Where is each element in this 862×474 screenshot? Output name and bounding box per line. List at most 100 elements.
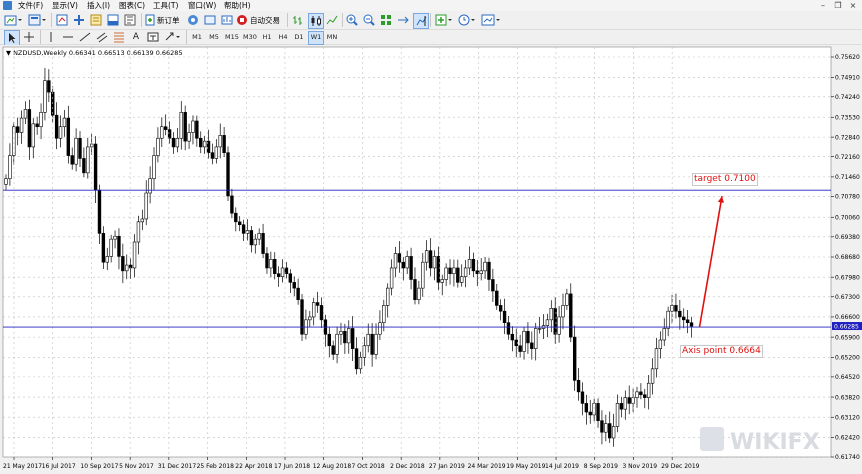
- candle-body: [296, 287, 300, 300]
- close-icon[interactable]: ×: [846, 0, 860, 11]
- timeframe-m5[interactable]: M5: [207, 31, 221, 43]
- text-tool-icon[interactable]: A: [129, 30, 143, 44]
- trendline-icon[interactable]: [78, 30, 92, 44]
- restore-icon[interactable]: ❐: [831, 0, 845, 11]
- candle-body: [370, 333, 374, 355]
- menu-view[interactable]: 显示(V): [52, 0, 78, 11]
- line-chart-icon[interactable]: [325, 13, 339, 27]
- candle-body: [506, 322, 511, 335]
- periods-icon[interactable]: [457, 13, 477, 27]
- timeframe-m1[interactable]: M1: [190, 31, 204, 43]
- x-tick-label: 22 Apr 2018: [235, 463, 272, 470]
- menu-insert[interactable]: 插入(I): [87, 0, 110, 11]
- candle-body: [354, 348, 359, 370]
- candle-body: [265, 253, 269, 269]
- candle-body: [374, 333, 378, 355]
- x-tick-label: 3 Nov 2019: [622, 463, 657, 470]
- candle-body: [273, 259, 277, 275]
- tile-windows-icon[interactable]: [379, 13, 393, 27]
- timeframe-d1[interactable]: D1: [292, 31, 306, 43]
- candle-body: [654, 348, 659, 370]
- menu-tools[interactable]: 工具(T): [153, 0, 178, 11]
- candle-body: [643, 394, 647, 398]
- terminal-icon[interactable]: [106, 13, 120, 27]
- new-chart-icon[interactable]: [3, 13, 23, 27]
- timeframe-mn[interactable]: MN: [325, 31, 339, 43]
- profiles-icon[interactable]: [27, 13, 47, 27]
- scroll-chart-icon[interactable]: [396, 13, 410, 27]
- timeframe-w1[interactable]: W1: [308, 31, 324, 45]
- timeframe-h1[interactable]: H1: [260, 31, 274, 43]
- cursor-icon[interactable]: [4, 30, 20, 46]
- y-tick-label: 0.63120: [835, 414, 860, 421]
- indicators-icon[interactable]: [434, 13, 454, 27]
- fibonacci-icon[interactable]: [112, 30, 126, 44]
- candle-body: [66, 117, 71, 156]
- candle-body: [113, 235, 117, 240]
- market-icon[interactable]: [220, 13, 234, 27]
- menu-window[interactable]: 窗口(W): [188, 0, 216, 11]
- candle-body: [347, 328, 351, 344]
- candle-body: [300, 299, 304, 335]
- crosshair-icon[interactable]: [22, 30, 36, 44]
- candle-body: [639, 391, 643, 396]
- candle-body: [428, 250, 433, 269]
- candlesticks-icon[interactable]: [308, 13, 324, 29]
- candle-body: [584, 403, 589, 413]
- data-window-icon[interactable]: [72, 13, 86, 27]
- chart-window[interactable]: ▼ NZDUSD,Weekly 0.66341 0.66513 0.66139 …: [0, 45, 862, 474]
- bar-chart-icon[interactable]: [291, 13, 305, 27]
- target-annotation: target 0.7100: [692, 173, 758, 186]
- candle-body: [128, 264, 133, 269]
- candle-body: [58, 126, 63, 139]
- candle-body: [152, 155, 156, 179]
- candle-body: [596, 403, 600, 421]
- menu-charts[interactable]: 图表(C): [119, 0, 145, 11]
- timeframe-h4[interactable]: H4: [276, 31, 290, 43]
- minimize-icon[interactable]: –: [816, 0, 830, 11]
- candle-body: [467, 259, 472, 269]
- horizontal-line-icon[interactable]: [61, 30, 75, 44]
- candle-body: [43, 80, 47, 113]
- zoom-out-icon[interactable]: [362, 13, 376, 27]
- zoom-in-icon[interactable]: [345, 13, 359, 27]
- candle-body: [12, 126, 16, 156]
- navigator-icon[interactable]: [89, 13, 103, 27]
- market-watch-icon[interactable]: [55, 13, 69, 27]
- signals-icon[interactable]: [203, 13, 217, 27]
- axis-point-annotation: Axis point 0.6664: [680, 345, 763, 358]
- candle-body: [8, 155, 12, 179]
- mt4-terminal-window: 文件(F) 显示(V) 插入(I) 图表(C) 工具(T) 窗口(W) 帮助(H…: [0, 0, 862, 474]
- candle-body: [187, 132, 191, 142]
- metaeditor-icon[interactable]: [186, 13, 200, 27]
- candle-body: [358, 356, 363, 370]
- candle-body: [54, 114, 59, 139]
- candle-body: [199, 137, 203, 148]
- vertical-line-icon[interactable]: [44, 30, 58, 44]
- price-chart[interactable]: ▼ NZDUSD,Weekly 0.66341 0.66513 0.66139 …: [0, 45, 862, 474]
- chart-shift-icon[interactable]: [413, 13, 429, 29]
- equidistant-channel-icon[interactable]: [95, 30, 109, 44]
- menu-file[interactable]: 文件(F): [18, 0, 43, 11]
- new-order-button[interactable]: 新订单: [145, 13, 183, 27]
- candle-body: [195, 120, 199, 139]
- candle-body: [658, 339, 663, 349]
- timeframe-m30[interactable]: M30: [242, 31, 258, 43]
- arrows-icon[interactable]: [163, 30, 183, 44]
- auto-trading-button[interactable]: 自动交易: [236, 13, 284, 27]
- candle-body: [557, 316, 561, 335]
- candle-body: [214, 146, 219, 159]
- timeframe-m15[interactable]: M15: [224, 31, 240, 43]
- tester-icon[interactable]: [123, 13, 137, 27]
- x-tick-label: 25 Feb 2018: [197, 463, 235, 470]
- new-order-icon: [145, 14, 155, 26]
- candle-body: [35, 123, 39, 128]
- candle-body: [366, 333, 370, 347]
- menu-help[interactable]: 帮助(H): [224, 0, 251, 11]
- text-label-icon[interactable]: [146, 30, 160, 44]
- candle-body: [121, 256, 125, 272]
- x-tick-label: 10 Sep 2017: [80, 463, 118, 470]
- templates-icon[interactable]: [480, 13, 502, 27]
- candle-body: [74, 137, 78, 165]
- candle-body: [393, 253, 398, 269]
